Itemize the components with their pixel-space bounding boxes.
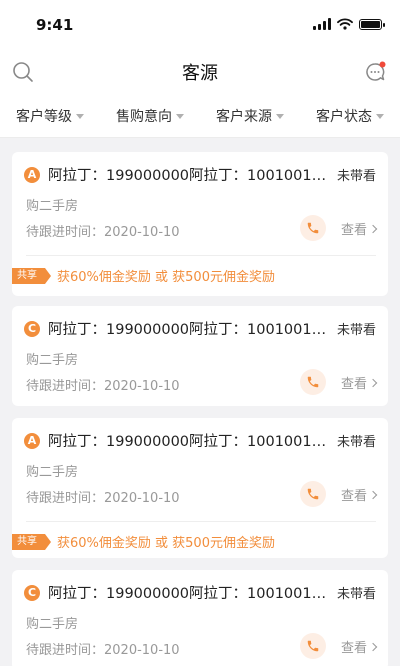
- chevron-right-icon: [368, 490, 378, 499]
- purchase-intent: 购二手房: [26, 353, 79, 368]
- nav-bar: 客源: [0, 48, 400, 94]
- purchase-intent: 购二手房: [26, 617, 79, 632]
- caret-down-icon: [176, 114, 184, 119]
- customer-name: 阿拉丁：199000000阿拉丁：1001001001: [48, 322, 329, 338]
- phone-call-button[interactable]: [300, 481, 326, 507]
- view-label: 查看: [340, 377, 367, 392]
- filter-label: 客户等级: [16, 108, 72, 125]
- divider: [26, 521, 376, 522]
- follow-up-time: 待跟进时间：2020-10-10: [26, 643, 180, 658]
- reward-text: 获60%佣金奖励 或 获500元佣金奖励: [57, 270, 275, 285]
- view-label: 查看: [340, 641, 367, 656]
- phone-call-button[interactable]: [300, 369, 326, 395]
- phone-call-button[interactable]: [300, 633, 326, 659]
- view-button[interactable]: 查看: [340, 219, 378, 238]
- status-bar: 9:41: [0, 0, 400, 48]
- filter-customer-status[interactable]: 客户状态: [300, 94, 400, 137]
- customer-card[interactable]: A 阿拉丁：199000000阿拉丁：1001001001 未带看 购二手房 待…: [12, 418, 388, 558]
- filter-label: 售购意向: [116, 108, 172, 125]
- customer-card[interactable]: C 阿拉丁：199000000阿拉丁：1001001001 未带看 购二手房 待…: [12, 570, 388, 666]
- chevron-right-icon: [368, 378, 378, 387]
- customer-list: A 阿拉丁：199000000阿拉丁：1001001001 未带看 购二手房 待…: [0, 138, 400, 666]
- level-badge: C: [24, 584, 40, 601]
- share-reward-row: 共享 获60%佣金奖励 或 获500元佣金奖励: [12, 266, 388, 285]
- chevron-right-icon: [368, 224, 378, 233]
- follow-up-time: 待跟进时间：2020-10-10: [26, 379, 180, 394]
- chevron-right-icon: [368, 642, 378, 651]
- level-badge: A: [24, 166, 40, 183]
- visit-status: 未带看: [336, 323, 376, 338]
- purchase-intent: 购二手房: [26, 199, 79, 214]
- page-title: 客源: [182, 63, 218, 84]
- share-reward-row: 共享 获60%佣金奖励 或 获500元佣金奖励: [12, 532, 388, 551]
- filter-bar: 客户等级 售购意向 客户来源 客户状态: [0, 94, 400, 138]
- visit-status: 未带看: [336, 435, 376, 450]
- visit-status: 未带看: [336, 587, 376, 602]
- cellular-signal-icon: [313, 18, 331, 30]
- status-icons: [313, 18, 385, 30]
- level-badge: C: [24, 320, 40, 337]
- customer-name: 阿拉丁：199000000阿拉丁：1001001001: [48, 434, 329, 450]
- follow-up-time: 待跟进时间：2020-10-10: [26, 491, 180, 506]
- level-badge: A: [24, 432, 40, 449]
- filter-purchase-intent[interactable]: 售购意向: [100, 94, 200, 137]
- phone-icon: [307, 376, 319, 388]
- view-button[interactable]: 查看: [340, 485, 378, 504]
- wifi-icon: [337, 18, 353, 30]
- phone-icon: [307, 488, 319, 500]
- battery-icon: [359, 18, 385, 30]
- follow-up-time: 待跟进时间：2020-10-10: [26, 225, 180, 240]
- view-button[interactable]: 查看: [340, 637, 378, 656]
- phone-icon: [307, 640, 319, 652]
- phone-call-button[interactable]: [300, 215, 326, 241]
- customer-card[interactable]: A 阿拉丁：199000000阿拉丁：1001001001 未带看 购二手房 待…: [12, 152, 388, 296]
- view-button[interactable]: 查看: [340, 373, 378, 392]
- message-icon[interactable]: [364, 61, 386, 83]
- view-label: 查看: [340, 489, 367, 504]
- reward-text: 获60%佣金奖励 或 获500元佣金奖励: [57, 536, 275, 551]
- customer-card[interactable]: C 阿拉丁：199000000阿拉丁：1001001001 未带看 购二手房 待…: [12, 306, 388, 406]
- share-tag: 共享: [12, 533, 51, 550]
- customer-name: 阿拉丁：199000000阿拉丁：1001001001: [48, 586, 329, 602]
- filter-customer-source[interactable]: 客户来源: [200, 94, 300, 137]
- visit-status: 未带看: [336, 169, 376, 184]
- purchase-intent: 购二手房: [26, 465, 79, 480]
- customer-name: 阿拉丁：199000000阿拉丁：1001001001: [48, 168, 329, 184]
- phone-icon: [307, 222, 319, 234]
- share-tag: 共享: [12, 267, 51, 284]
- filter-label: 客户来源: [216, 108, 272, 125]
- caret-down-icon: [76, 114, 84, 119]
- filter-customer-level[interactable]: 客户等级: [0, 94, 100, 137]
- filter-label: 客户状态: [316, 108, 372, 125]
- caret-down-icon: [376, 114, 384, 119]
- divider: [26, 255, 376, 256]
- view-label: 查看: [340, 223, 367, 238]
- status-time: 9:41: [36, 16, 74, 34]
- caret-down-icon: [276, 114, 284, 119]
